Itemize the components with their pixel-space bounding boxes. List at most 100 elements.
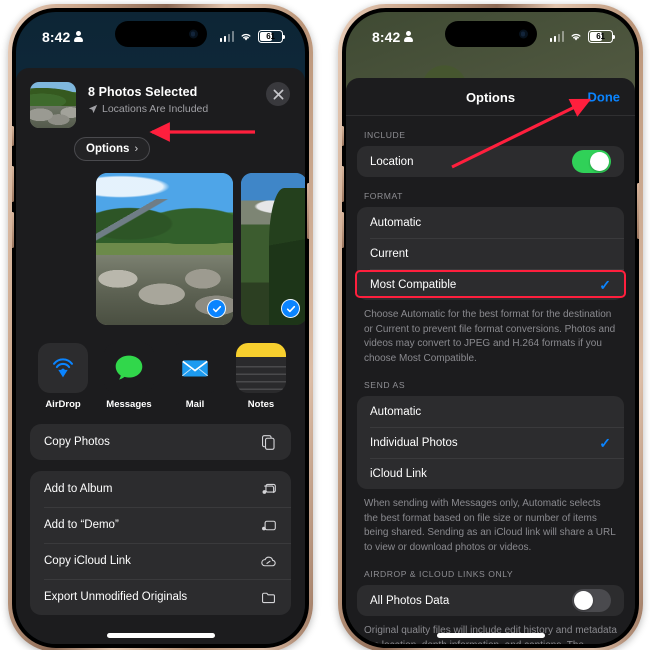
- row-format-current[interactable]: Current: [357, 238, 624, 269]
- all-photos-data-toggle[interactable]: [572, 589, 611, 612]
- volume-down-button[interactable]: [342, 212, 344, 248]
- options-body: INCLUDE Location FORMAT Automatic Curren…: [346, 116, 635, 644]
- cellular-bars-icon: [219, 31, 234, 42]
- photo-thumbnail-1[interactable]: [96, 173, 233, 325]
- checkmark-icon: ✓: [599, 276, 611, 293]
- row-label: iCloud Link: [370, 467, 427, 480]
- status-right: 61: [219, 30, 286, 43]
- location-toggle[interactable]: [572, 150, 611, 173]
- row-sendas-automatic[interactable]: Automatic: [357, 396, 624, 427]
- power-button[interactable]: [307, 183, 309, 239]
- messages-icon: [104, 343, 154, 393]
- home-indicator: [436, 633, 545, 638]
- notes-icon: [236, 343, 286, 393]
- section-send-as: Automatic Individual Photos ✓ iCloud Lin…: [357, 396, 624, 489]
- section-include: Location: [357, 146, 624, 177]
- close-icon[interactable]: [266, 82, 290, 106]
- volume-up-button[interactable]: [342, 166, 344, 202]
- share-sheet-title: 8 Photos Selected: [88, 85, 198, 99]
- silent-switch[interactable]: [342, 126, 344, 146]
- row-label: Location: [370, 155, 414, 168]
- share-target-label: Notes: [247, 399, 275, 410]
- share-target-notes[interactable]: Notes: [228, 343, 294, 410]
- left-phone-bezel: 8:42 61 8 Photos Selected Locations Are …: [12, 8, 309, 648]
- row-label: All Photos Data: [370, 594, 450, 607]
- share-action-lists: Copy Photos Add to Album Add to “Demo” C…: [16, 410, 305, 615]
- power-button[interactable]: [637, 183, 639, 239]
- home-indicator: [106, 633, 215, 638]
- checkmark-icon: ✓: [599, 434, 611, 451]
- share-sheet-header: 8 Photos Selected Locations Are Included: [16, 68, 305, 128]
- action-copy-photos[interactable]: Copy Photos: [30, 424, 291, 460]
- battery-icon: 61: [588, 30, 616, 43]
- done-button[interactable]: Done: [588, 90, 621, 105]
- dynamic-island: [444, 21, 537, 47]
- section-footer-send-as: When sending with Messages only, Automat…: [364, 498, 616, 553]
- action-label: Export Unmodified Originals: [44, 591, 188, 603]
- wifi-icon: [241, 33, 251, 41]
- cellular-bars-icon: [549, 31, 564, 42]
- share-target-airdrop[interactable]: AirDrop: [30, 343, 96, 410]
- action-group-2: Add to Album Add to “Demo” Copy iCloud L…: [30, 471, 291, 615]
- action-add-to-album[interactable]: Add to Album: [30, 471, 291, 507]
- row-location[interactable]: Location: [357, 146, 624, 177]
- battery-percent: 61: [266, 32, 275, 41]
- photo-thumbnail-2[interactable]: [241, 173, 305, 325]
- right-phone-bezel: 8:42 61 Options Done INCLUDE Location FO…: [342, 8, 639, 648]
- silent-switch[interactable]: [12, 126, 14, 146]
- share-app-row: AirDrop Messages Mail Notes: [16, 325, 305, 410]
- volume-down-button[interactable]: [12, 212, 14, 248]
- action-export-unmodified-originals[interactable]: Export Unmodified Originals: [30, 579, 291, 615]
- left-phone-frame: 8:42 61 8 Photos Selected Locations Are …: [8, 4, 313, 650]
- share-target-label: Mail: [185, 399, 205, 410]
- row-format-most-compatible[interactable]: Most Compatible ✓: [357, 269, 624, 300]
- section-format: Automatic Current Most Compatible ✓: [357, 207, 624, 300]
- row-sendas-icloud-link[interactable]: iCloud Link: [357, 458, 624, 489]
- row-label: Current: [370, 247, 409, 260]
- share-target-messages[interactable]: Messages: [96, 343, 162, 410]
- location-arrow-icon: [88, 104, 98, 114]
- options-button[interactable]: Options ›: [74, 137, 151, 161]
- row-sendas-individual-photos[interactable]: Individual Photos ✓: [357, 427, 624, 458]
- action-group-1: Copy Photos: [30, 424, 291, 460]
- airdrop-icon: [38, 343, 88, 393]
- action-label: Add to “Demo”: [44, 519, 119, 531]
- row-label: Individual Photos: [370, 436, 458, 449]
- section-header-send-as: SEND AS: [364, 380, 406, 390]
- share-target-mail[interactable]: Mail: [162, 343, 228, 410]
- share-target-partial[interactable]: J: [294, 343, 305, 410]
- section-header-airdrop-icloud: AIRDROP & ICLOUD LINKS ONLY: [364, 569, 514, 579]
- share-target-label: Messages: [106, 399, 152, 410]
- section-footer-format: Choose Automatic for the best format for…: [364, 309, 616, 364]
- right-phone-frame: 8:42 61 Options Done INCLUDE Location FO…: [338, 4, 643, 650]
- person-icon: [74, 31, 84, 42]
- action-add-to-demo[interactable]: Add to “Demo”: [30, 507, 291, 543]
- volume-up-button[interactable]: [12, 166, 14, 202]
- status-left: 8:42: [42, 29, 84, 45]
- chevron-right-icon: ›: [134, 143, 139, 155]
- selected-check-icon: [281, 299, 300, 318]
- action-label: Copy Photos: [44, 436, 110, 448]
- row-label: Most Compatible: [370, 278, 457, 291]
- mail-icon: [170, 343, 220, 393]
- section-header-format: FORMAT: [364, 191, 403, 201]
- row-label: Automatic: [370, 405, 422, 418]
- icloud-link-icon: [261, 556, 276, 566]
- share-sheet-preview-thumbnail: [30, 82, 76, 128]
- row-format-automatic[interactable]: Automatic: [357, 207, 624, 238]
- options-navbar: Options Done: [346, 78, 635, 116]
- status-left: 8:42: [372, 29, 414, 45]
- share-target-label: AirDrop: [45, 399, 81, 410]
- page-title: Options: [465, 89, 516, 105]
- action-label: Copy iCloud Link: [44, 555, 131, 567]
- battery-percent: 61: [596, 32, 605, 41]
- section-footer-airdrop-icloud: Original quality files will include edit…: [364, 625, 617, 644]
- battery-icon: 61: [258, 30, 286, 43]
- row-all-photos-data[interactable]: All Photos Data: [357, 585, 624, 616]
- share-sheet: 8 Photos Selected Locations Are Included: [16, 68, 305, 644]
- action-copy-icloud-link[interactable]: Copy iCloud Link: [30, 543, 291, 579]
- share-sheet-subtitle: Locations Are Included: [102, 103, 209, 115]
- partial-app-icon: [302, 343, 305, 393]
- section-header-include: INCLUDE: [364, 130, 406, 140]
- action-label: Add to Album: [44, 483, 113, 495]
